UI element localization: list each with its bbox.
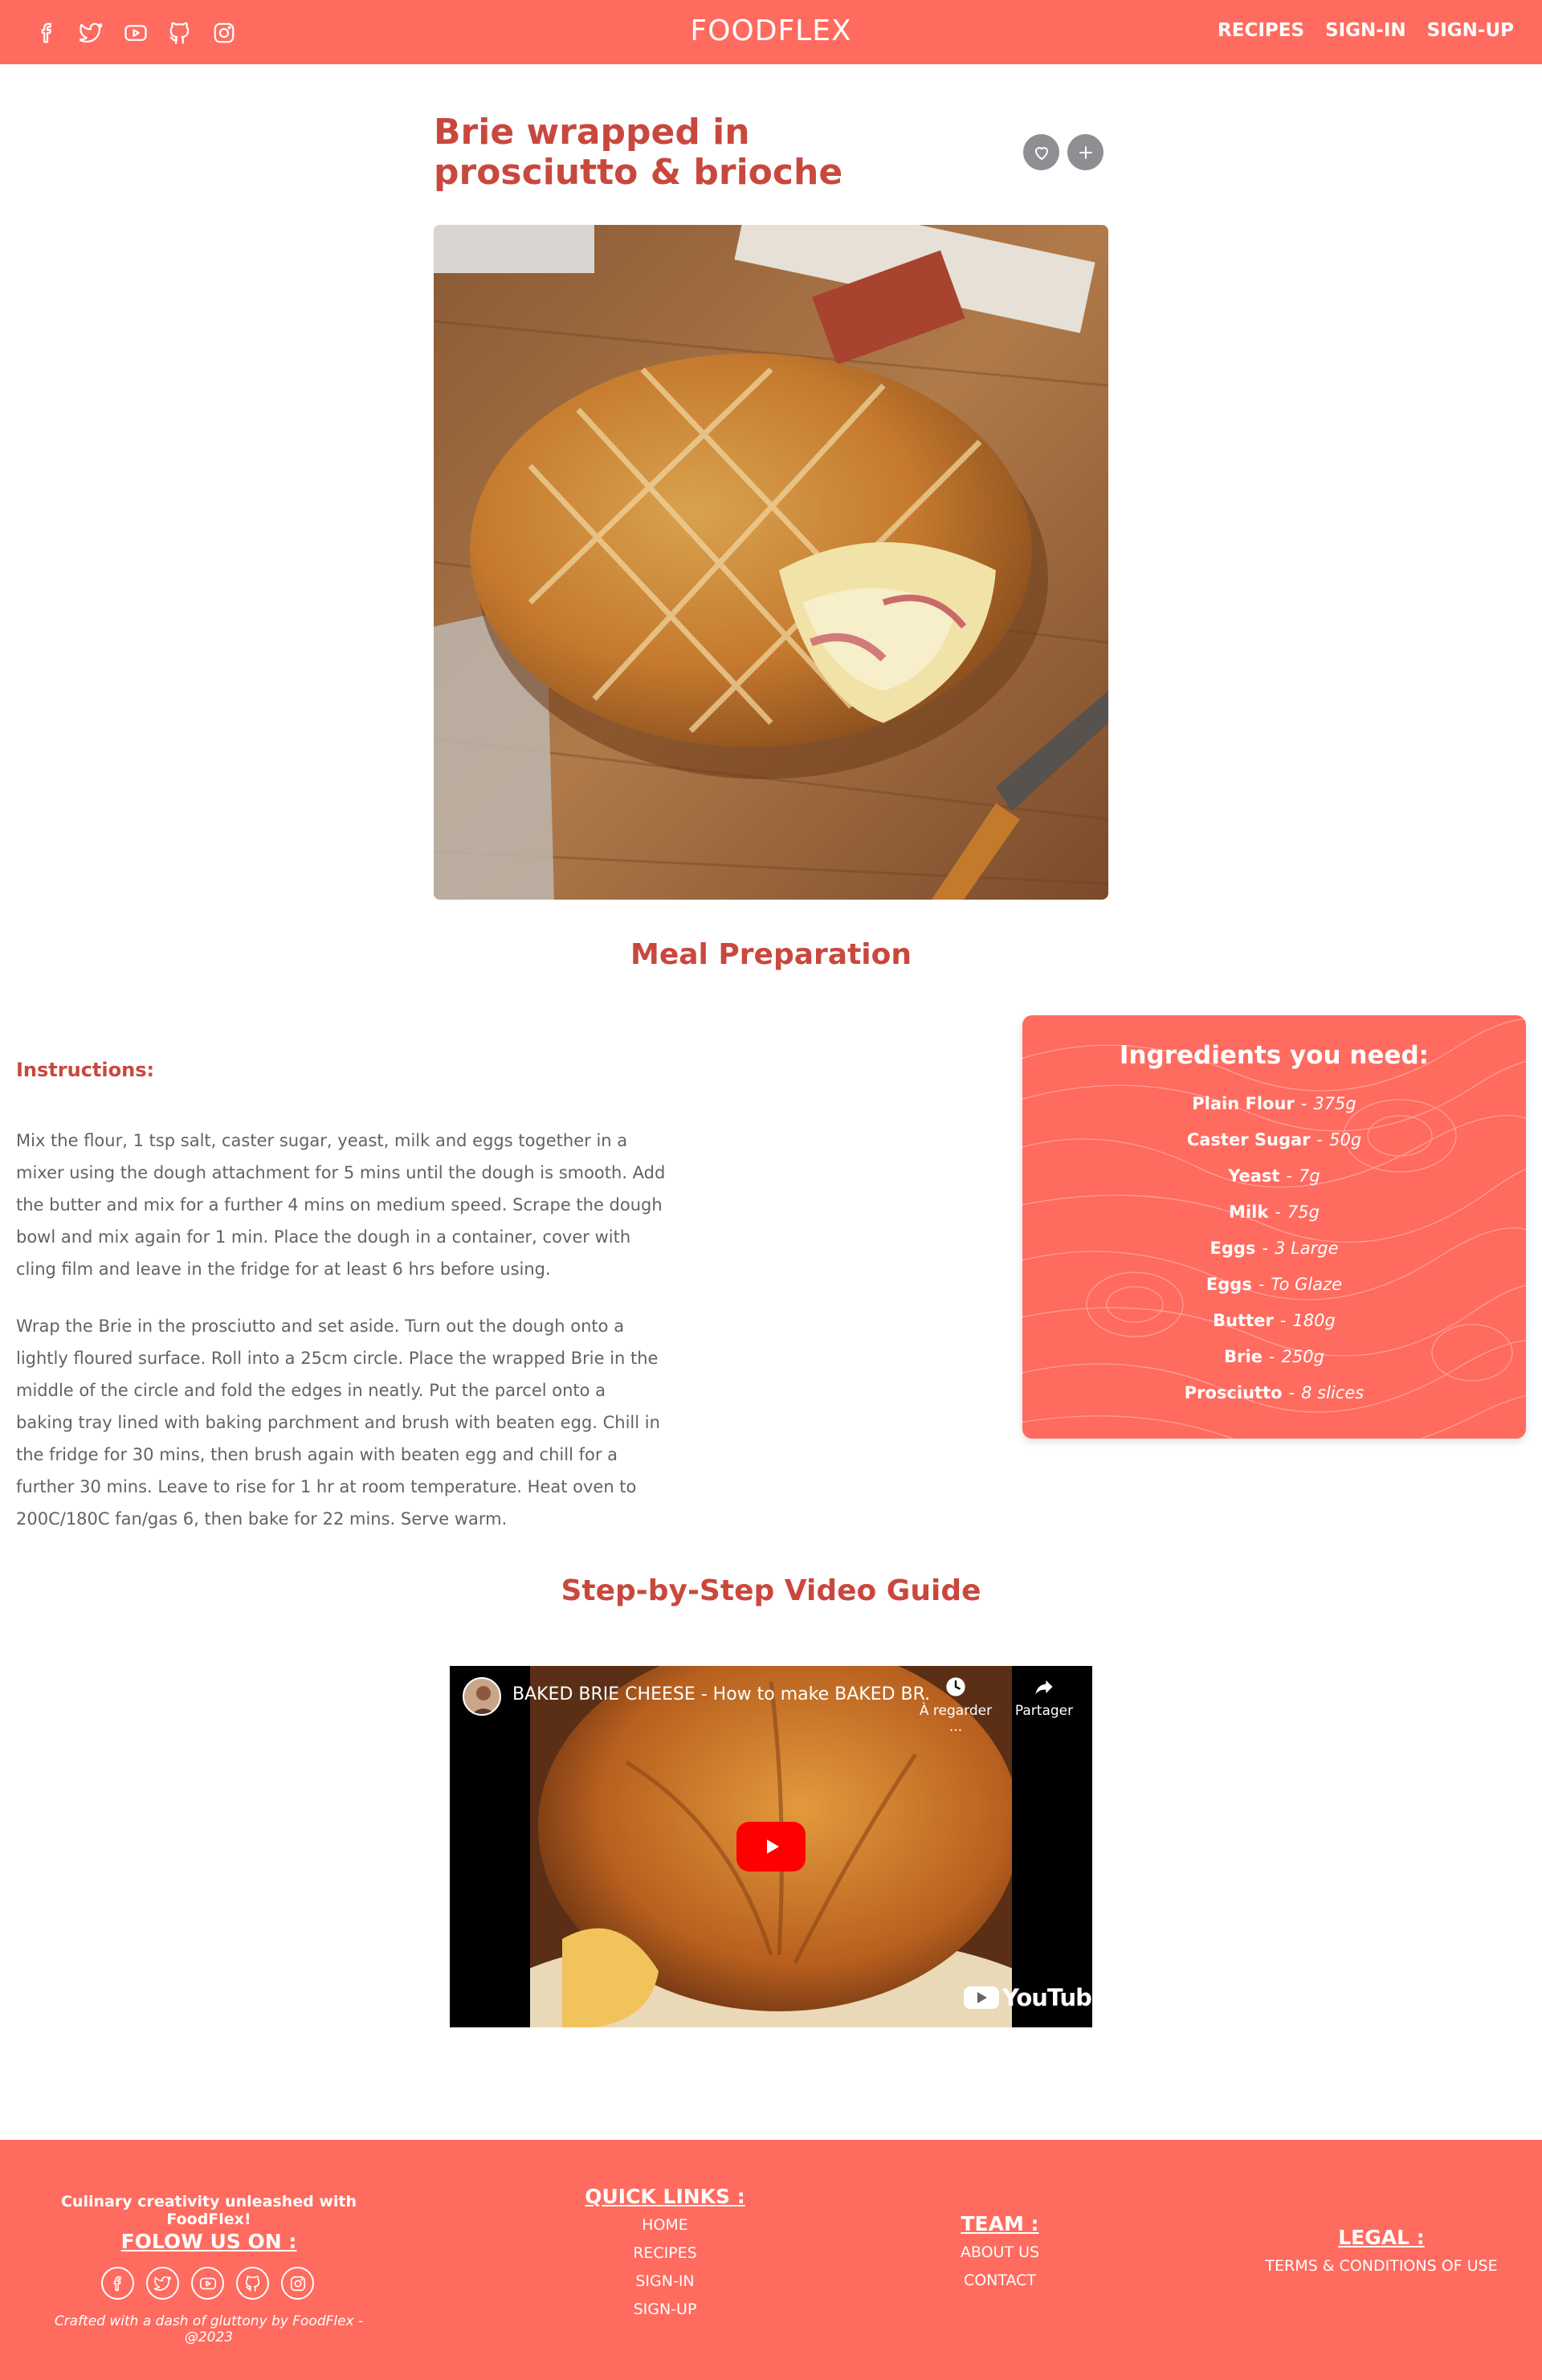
github-icon[interactable] (236, 2267, 269, 2300)
ingredient-name: Prosciutto (1184, 1383, 1283, 1402)
ingredient-name: Eggs (1205, 1275, 1252, 1294)
channel-avatar[interactable] (463, 1677, 501, 1716)
facebook-icon[interactable] (101, 2267, 134, 2300)
play-icon (767, 1839, 779, 1854)
legal-column: LEGAL : TERMS & CONDITIONS OF USE (1253, 2226, 1510, 2280)
site-footer: Culinary creativity unleashed with FoodF… (0, 2140, 1542, 2380)
twitter-icon[interactable] (146, 2267, 179, 2300)
video-guide-heading: Step-by-Step Video Guide (561, 1574, 981, 1607)
ingredient-separator: - (1258, 1275, 1265, 1294)
quick-links-heading: QUICK LINKS : (585, 2185, 745, 2208)
nav-recipes-link[interactable]: RECIPES (1218, 20, 1304, 41)
footer-recipes-link[interactable]: RECIPES (569, 2239, 761, 2268)
youtube-logo[interactable]: YouTube (964, 1984, 1092, 2011)
youtube-wordmark: YouTube (1002, 1984, 1092, 2011)
instagram-icon[interactable] (209, 18, 239, 48)
ingredients-card: Ingredients you need: Plain Flour -375g C… (1022, 1015, 1526, 1439)
ingredient-quantity: 75g (1287, 1202, 1320, 1222)
ingredient-item: Milk -75g (1022, 1194, 1526, 1231)
ingredient-name: Brie (1224, 1347, 1263, 1366)
watch-later-button[interactable]: À regarder ... (912, 1676, 1000, 1735)
recipe-photo (434, 225, 1108, 900)
ingredient-separator: - (1286, 1166, 1293, 1186)
ingredient-quantity: 3 Large (1275, 1239, 1339, 1258)
nav-sign-up-link[interactable]: SIGN-UP (1427, 20, 1514, 41)
ingredient-name: Eggs (1210, 1239, 1256, 1258)
main-nav: RECIPES SIGN-IN SIGN-UP (1218, 20, 1514, 41)
footer-sign-in-link[interactable]: SIGN-IN (569, 2268, 761, 2296)
meal-preparation-heading: Meal Preparation (630, 938, 912, 971)
team-heading: TEAM : (961, 2212, 1039, 2235)
footer-tagline: Culinary creativity unleashed with FoodF… (60, 2193, 357, 2228)
ingredient-item: Caster Sugar -50g (1022, 1122, 1526, 1158)
ingredient-separator: - (1275, 1202, 1281, 1222)
youtube-icon[interactable] (191, 2267, 224, 2300)
ingredient-quantity: 7g (1299, 1166, 1320, 1186)
ingredient-separator: - (1316, 1130, 1324, 1149)
team-column: TEAM : ABOUT US CONTACT (920, 2212, 1080, 2295)
watch-later-label: À regarder ... (919, 1703, 993, 1735)
ingredient-name: Yeast (1228, 1166, 1280, 1186)
ingredient-separator: - (1288, 1383, 1295, 1402)
footer-credit: Crafted with a dash of gluttony by FoodF… (54, 2313, 364, 2345)
instruction-paragraph: Mix the flour, 1 tsp salt, caster sugar,… (16, 1131, 666, 1279)
youtube-icon[interactable] (120, 18, 151, 48)
quick-links-column: QUICK LINKS : HOME RECIPES SIGN-IN SIGN-… (569, 2185, 761, 2324)
facebook-icon[interactable] (32, 18, 63, 48)
legal-heading: LEGAL : (1338, 2226, 1425, 2249)
ingredient-quantity: 8 slices (1301, 1383, 1365, 1402)
twitter-icon[interactable] (76, 18, 107, 48)
youtube-video-embed[interactable]: BAKED BRIE CHEESE - How to make BAKED BR… (450, 1666, 1092, 2027)
ingredient-quantity: 50g (1329, 1130, 1362, 1149)
ingredient-name: Plain Flour (1192, 1094, 1295, 1113)
header-social-links (32, 18, 239, 48)
nav-sign-in-link[interactable]: SIGN-IN (1325, 20, 1406, 41)
github-icon[interactable] (165, 18, 195, 48)
ingredient-name: Milk (1229, 1202, 1269, 1222)
footer-terms-link[interactable]: TERMS & CONDITIONS OF USE (1253, 2252, 1510, 2280)
ingredient-separator: - (1279, 1311, 1287, 1330)
ingredient-item: Prosciutto -8 slices (1022, 1375, 1526, 1411)
favorite-button[interactable] (1023, 134, 1059, 170)
ingredient-item: Brie -250g (1022, 1339, 1526, 1375)
footer-contact-link[interactable]: CONTACT (920, 2267, 1080, 2295)
ingredient-separator: - (1268, 1347, 1275, 1366)
plus-icon (1079, 145, 1092, 159)
instructions-label: Instructions: (16, 1059, 155, 1081)
ingredient-quantity: To Glaze (1271, 1275, 1343, 1294)
ingredients-title: Ingredients you need: (1119, 1041, 1430, 1070)
ingredients-list: Plain Flour -375g Caster Sugar -50g Yeast -… (1022, 1086, 1526, 1411)
ingredient-quantity: 180g (1292, 1311, 1336, 1330)
ingredient-separator: - (1262, 1239, 1268, 1258)
ingredient-name: Butter (1213, 1311, 1274, 1330)
ingredient-item: Butter -180g (1022, 1303, 1526, 1339)
ingredient-quantity: 250g (1281, 1347, 1324, 1366)
top-navbar: FOODFLEX RECIPES SIGN-IN SIGN-UP (0, 0, 1542, 64)
share-button[interactable]: Partager (1008, 1676, 1080, 1719)
footer-about-link[interactable]: ABOUT US (920, 2239, 1080, 2267)
video-title[interactable]: BAKED BRIE CHEESE - How to make BAKED BR… (512, 1684, 930, 1704)
share-arrow-icon (1035, 1680, 1053, 1695)
share-label: Partager (1014, 1703, 1074, 1719)
ingredient-item: Eggs -3 Large (1022, 1231, 1526, 1267)
instagram-icon[interactable] (281, 2267, 314, 2300)
footer-social-links (101, 2267, 314, 2300)
ingredient-item: Yeast -7g (1022, 1158, 1526, 1194)
ingredient-item: Plain Flour -375g (1022, 1086, 1526, 1122)
add-to-list-button[interactable] (1067, 134, 1103, 170)
ingredient-name: Caster Sugar (1186, 1130, 1311, 1149)
ingredient-item: Eggs - To Glaze (1022, 1267, 1526, 1303)
instruction-paragraph: Wrap the Brie in the prosciutto and set … (16, 1317, 660, 1529)
follow-us-heading: FOLOW US ON : (120, 2230, 297, 2253)
play-button[interactable] (736, 1822, 806, 1872)
clock-icon (946, 1677, 965, 1696)
recipe-title: Brie wrapped in prosciutto & brioche (434, 112, 843, 193)
ingredient-separator: - (1300, 1094, 1307, 1113)
youtube-play-icon (964, 1986, 999, 2009)
footer-home-link[interactable]: HOME (569, 2211, 761, 2239)
footer-sign-up-link[interactable]: SIGN-UP (569, 2296, 761, 2324)
ingredient-quantity: 375g (1313, 1094, 1356, 1113)
heart-icon (1034, 146, 1048, 160)
